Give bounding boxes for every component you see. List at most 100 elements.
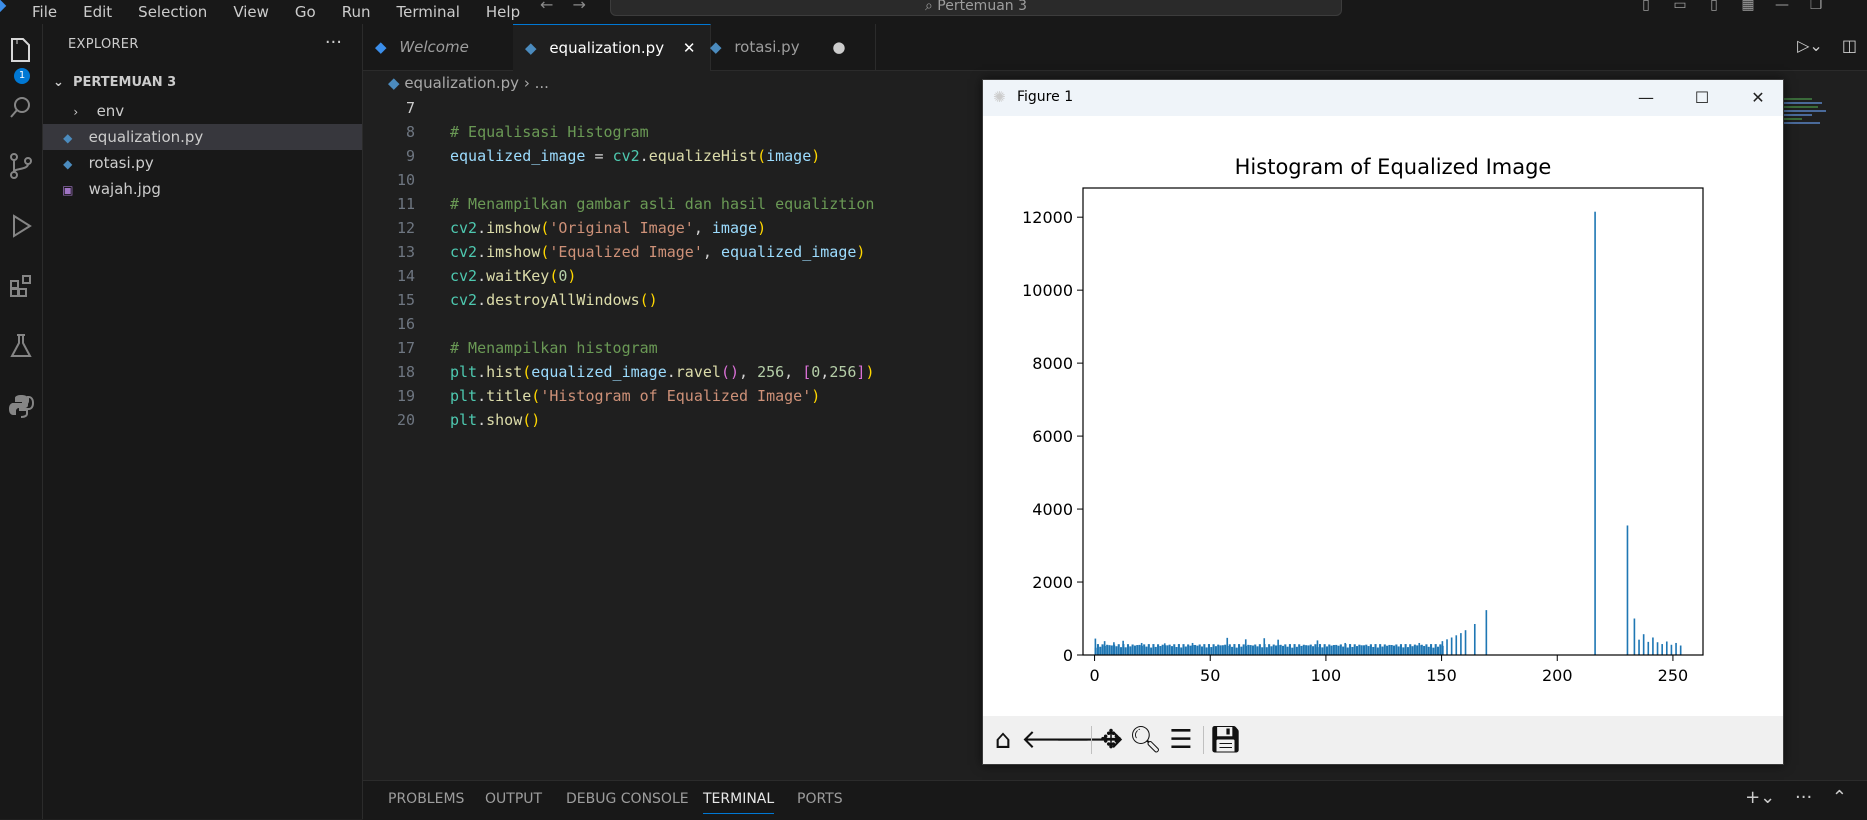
code-token: ): [811, 147, 821, 165]
restore-icon[interactable]: ❐: [1799, 0, 1833, 12]
breadcrumb-file[interactable]: equalization.py: [404, 74, 519, 92]
histogram-bar: [1159, 646, 1162, 655]
tree-item-env[interactable]: › env: [43, 98, 362, 124]
breadcrumb-symbol[interactable]: ...: [535, 74, 549, 92]
save-icon[interactable]: 💾︎: [1209, 724, 1242, 756]
customize-layout-icon[interactable]: ▦: [1731, 0, 1765, 12]
configure-subplots-icon[interactable]: ☰: [1165, 724, 1197, 756]
forward-arrow-icon[interactable]: 🡒: [1055, 724, 1125, 756]
histogram-bar: [1323, 644, 1326, 655]
maximize-icon[interactable]: ☐: [1679, 84, 1725, 112]
command-center[interactable]: ⌕ Pertemuan 3: [610, 0, 1342, 16]
tab-problems[interactable]: PROBLEMS: [388, 791, 464, 807]
histogram-bar: [1404, 644, 1407, 655]
more-actions-icon[interactable]: ···: [325, 32, 342, 53]
menu-edit[interactable]: Edit: [83, 5, 112, 20]
zoom-icon[interactable]: 🔍︎: [1129, 724, 1162, 756]
histogram-bar: [1187, 644, 1190, 655]
histogram-bar: [1233, 644, 1236, 655]
menu-view[interactable]: View: [233, 5, 269, 20]
x-tick-label: 200: [1542, 666, 1573, 685]
back-arrow-icon[interactable]: ←: [540, 0, 553, 14]
tab-rotasi[interactable]: ◆ rotasi.py ●: [698, 24, 876, 70]
close-icon[interactable]: [1833, 0, 1867, 10]
maximize-panel-icon[interactable]: ⌃: [1832, 787, 1847, 808]
histogram-bar: [1177, 644, 1180, 655]
histogram-bar: [1140, 642, 1143, 655]
tree-item-equalization[interactable]: ◆ equalization.py: [43, 124, 362, 150]
tab-equalization[interactable]: ◆ equalization.py ✕: [513, 24, 711, 71]
explorer-icon[interactable]: 1: [0, 36, 42, 84]
code-comment: # Menampilkan gambar asli dan hasil equa…: [450, 195, 875, 213]
histogram-bar: [1212, 644, 1215, 655]
histogram-bar: [1390, 645, 1393, 655]
minimize-icon[interactable]: —: [1765, 0, 1799, 12]
folder-header[interactable]: ⌄ PERTEMUAN 3: [53, 75, 176, 90]
histogram-bars: [1094, 211, 1682, 655]
home-icon[interactable]: ⌂: [987, 724, 1019, 756]
histogram-bar: [1446, 639, 1448, 655]
tree-item-rotasi[interactable]: ◆ rotasi.py: [43, 150, 362, 176]
menu-go[interactable]: Go: [295, 5, 316, 20]
menu-terminal[interactable]: Terminal: [397, 5, 460, 20]
y-tick-label: 6000: [1032, 427, 1073, 446]
source-control-icon[interactable]: [0, 152, 42, 192]
code-comment: # Equalisasi Histogram: [450, 123, 649, 141]
menu-run[interactable]: Run: [342, 5, 371, 20]
toggle-secondary-sidebar-icon[interactable]: ▯: [1697, 0, 1731, 12]
code-token: 'Equalized Image': [549, 243, 703, 261]
run-file-icon[interactable]: ▷⌄: [1797, 36, 1823, 55]
histogram-bar: [1258, 644, 1261, 655]
tab-debug-console[interactable]: DEBUG CONSOLE: [566, 791, 689, 807]
pan-icon[interactable]: ✥: [1095, 724, 1127, 756]
tree-item-wajah[interactable]: ▣ wajah.jpg: [43, 176, 362, 202]
back-arrow-icon[interactable]: 🡐: [1021, 724, 1091, 756]
menu-help[interactable]: Help: [486, 5, 520, 20]
figure-window: ✺ Figure 1 — ☐ ✕ Histogram of Equalized …: [982, 79, 1784, 765]
histogram-bar: [1328, 644, 1331, 655]
python-file-icon: ◆: [710, 38, 722, 56]
minimap[interactable]: [1782, 96, 1842, 136]
histogram-bar: [1235, 647, 1238, 655]
panel-tab-bar: PROBLEMS OUTPUT DEBUG CONSOLE TERMINAL P…: [363, 780, 1867, 820]
menu-file[interactable]: File: [32, 5, 57, 20]
code-editor[interactable]: 7 8 # Equalisasi Histogram 9 equalized_ima…: [363, 96, 983, 776]
tab-welcome[interactable]: ◆ Welcome: [363, 24, 526, 70]
histogram-bar: [1330, 645, 1333, 655]
tab-terminal[interactable]: TERMINAL: [703, 791, 775, 814]
histogram-bar: [1314, 644, 1317, 655]
search-icon[interactable]: [0, 92, 42, 132]
forward-arrow-icon[interactable]: →: [573, 0, 586, 14]
python-icon[interactable]: [0, 392, 42, 432]
toggle-sidebar-icon[interactable]: ▯: [1629, 0, 1663, 12]
new-terminal-icon[interactable]: +⌄: [1745, 787, 1775, 808]
code-line: 11 # Menampilkan gambar asli dan hasil eq…: [363, 192, 875, 216]
line-number: 18: [396, 363, 415, 381]
more-actions-icon[interactable]: ···: [1795, 787, 1812, 808]
minimize-icon[interactable]: —: [1623, 84, 1669, 112]
code-line: 12 cv2.imshow('Original Image', image): [363, 216, 766, 240]
run-debug-icon[interactable]: [0, 212, 42, 252]
histogram-bar: [1103, 641, 1106, 655]
toggle-panel-icon[interactable]: ▭: [1663, 0, 1697, 12]
code-token: .: [666, 363, 676, 381]
tab-label: equalization.py: [549, 39, 665, 57]
tab-output[interactable]: OUTPUT: [485, 791, 542, 807]
testing-icon[interactable]: [0, 332, 42, 372]
histogram-bar: [1221, 645, 1224, 655]
histogram-bar: [1409, 644, 1412, 655]
unsaved-dot-icon[interactable]: ●: [832, 38, 845, 56]
histogram-bar: [1638, 639, 1640, 655]
close-icon[interactable]: ✕: [1735, 84, 1781, 112]
histogram-bar: [1383, 644, 1386, 655]
code-line: 16: [363, 312, 450, 336]
histogram-bar: [1214, 646, 1217, 655]
split-editor-icon[interactable]: ◫: [1842, 36, 1857, 55]
histogram-bar: [1464, 630, 1467, 655]
extensions-icon[interactable]: [0, 272, 42, 312]
menu-selection[interactable]: Selection: [138, 5, 207, 20]
tab-ports[interactable]: PORTS: [797, 791, 843, 807]
y-tick-label: 0: [1063, 646, 1073, 665]
code-token: (): [522, 411, 541, 429]
close-tab-icon[interactable]: ✕: [683, 39, 696, 57]
